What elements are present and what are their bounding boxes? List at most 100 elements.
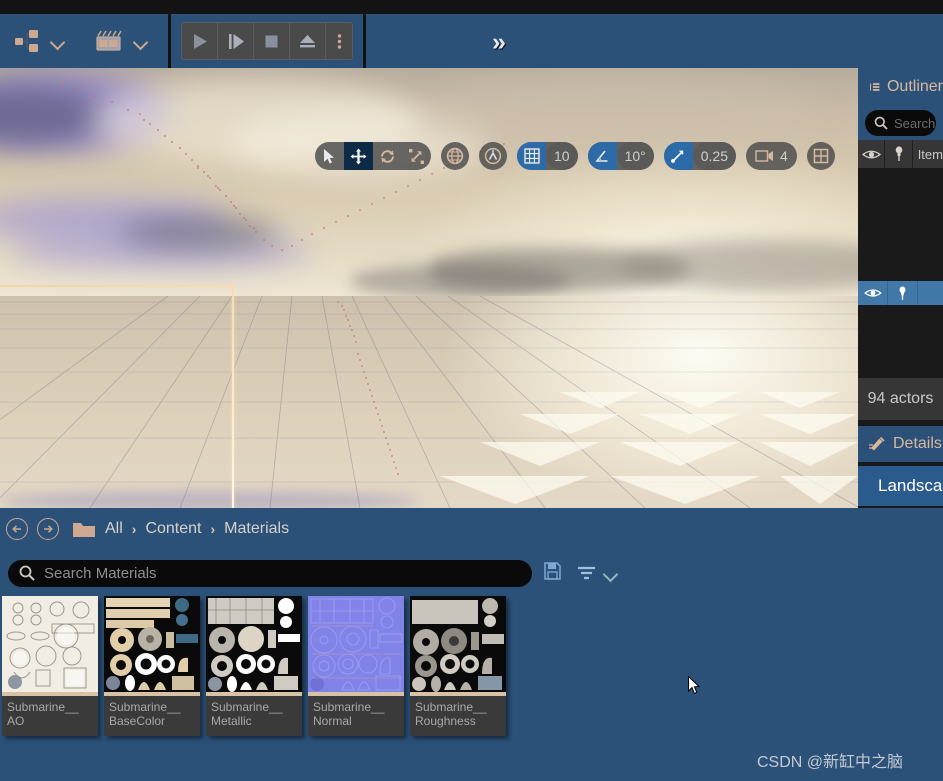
filters-button[interactable] bbox=[577, 565, 618, 581]
filter-icon bbox=[578, 566, 595, 580]
viewport-sky bbox=[0, 68, 858, 300]
play-controls bbox=[181, 22, 353, 60]
thumb-basecolor bbox=[104, 596, 200, 692]
asset-tile[interactable]: Submarine__ AO bbox=[2, 596, 98, 736]
folder-icon bbox=[73, 522, 95, 537]
scale-snap-group: 0.25 bbox=[663, 142, 736, 170]
selected-actor-row[interactable]: Landscape bbox=[858, 466, 943, 506]
rotate-tool-button[interactable] bbox=[373, 142, 402, 170]
thumb-roughness bbox=[410, 596, 506, 692]
cursor-arrow-icon bbox=[324, 148, 334, 164]
row-visibility-toggle[interactable] bbox=[858, 281, 888, 305]
asset-tile[interactable]: Submarine__ Metallic bbox=[206, 596, 302, 736]
details-pencil-icon bbox=[869, 436, 885, 450]
blueprint-dropdown[interactable] bbox=[8, 24, 71, 58]
save-search-button[interactable] bbox=[544, 561, 561, 585]
toolbar-separator bbox=[168, 14, 171, 68]
breadcrumb-item-materials[interactable]: Materials bbox=[224, 520, 289, 538]
scale-snap-icon bbox=[671, 150, 684, 163]
pin-icon bbox=[899, 286, 906, 300]
viewport-layout-button[interactable] bbox=[806, 142, 835, 170]
coordinate-system-button[interactable] bbox=[441, 142, 469, 170]
grid-snap-group: 10 bbox=[517, 142, 578, 170]
stop-icon bbox=[265, 35, 278, 47]
nav-forward-button[interactable] bbox=[37, 518, 59, 540]
outliner-search-placeholder: Search bbox=[894, 115, 936, 131]
search-input[interactable] bbox=[44, 564, 494, 582]
content-search-box[interactable] bbox=[8, 559, 532, 587]
move-arrows-icon bbox=[350, 148, 367, 164]
outliner-tab-label: Outliner bbox=[886, 78, 943, 95]
play-icon bbox=[194, 33, 207, 49]
asset-name-line2: Roughness bbox=[415, 714, 476, 728]
scale-tool-button[interactable] bbox=[402, 142, 431, 170]
visibility-column-header[interactable] bbox=[858, 140, 886, 168]
cloud-shape bbox=[10, 233, 310, 269]
toolbar-separator-2 bbox=[363, 14, 366, 68]
outliner-icon bbox=[870, 83, 880, 91]
angle-snap-toggle[interactable] bbox=[587, 142, 617, 170]
cloud-shape bbox=[0, 86, 110, 146]
play-button[interactable] bbox=[182, 23, 218, 59]
scale-snap-value[interactable]: 0.25 bbox=[692, 142, 736, 170]
angle-snap-value[interactable]: 10° bbox=[616, 142, 654, 170]
toolbar-overflow-button[interactable]: » bbox=[492, 30, 506, 55]
asset-thumbnail bbox=[104, 596, 200, 692]
cloud-shape bbox=[0, 198, 230, 240]
selected-actor-label: Landscape bbox=[878, 476, 943, 495]
level-viewport[interactable]: 10 10° 0.25 4 bbox=[0, 68, 858, 508]
cloud-shape bbox=[120, 218, 280, 248]
skip-icon bbox=[229, 33, 244, 49]
eye-icon bbox=[863, 289, 882, 297]
details-tab-label: Details bbox=[893, 435, 942, 452]
cloud-shape bbox=[0, 73, 170, 151]
stop-button[interactable] bbox=[254, 23, 290, 59]
breadcrumb-item-all[interactable]: All bbox=[105, 520, 123, 538]
particle-spray bbox=[61, 83, 505, 251]
camera-speed-value: 4 bbox=[780, 148, 788, 164]
thumb-metallic bbox=[206, 596, 302, 692]
asset-tile[interactable]: Submarine__ Roughness bbox=[410, 596, 506, 736]
grid-snap-toggle[interactable] bbox=[517, 142, 546, 170]
chevron-down-icon bbox=[51, 34, 65, 48]
blueprint-icon bbox=[15, 30, 38, 52]
angle-icon bbox=[594, 150, 608, 162]
move-tool-button[interactable] bbox=[344, 142, 373, 170]
asset-name-line1: Submarine__ bbox=[313, 700, 385, 714]
outliner-selected-row[interactable] bbox=[858, 281, 943, 305]
cinematics-dropdown[interactable] bbox=[89, 24, 154, 58]
play-options-button[interactable] bbox=[326, 23, 352, 59]
breadcrumb-item-content[interactable]: Content bbox=[145, 520, 201, 538]
camera-speed-group[interactable]: 4 bbox=[746, 142, 797, 170]
asset-tile[interactable]: Submarine__ BaseColor bbox=[104, 596, 200, 736]
asset-thumbnail bbox=[410, 596, 506, 692]
search-icon bbox=[19, 565, 35, 581]
eject-button[interactable] bbox=[290, 23, 326, 59]
nav-back-button[interactable] bbox=[6, 518, 28, 540]
asset-label: Submarine__ BaseColor bbox=[104, 696, 200, 736]
asset-tile[interactable]: Submarine__ Normal bbox=[308, 596, 404, 736]
asset-name-line2: Metallic bbox=[211, 714, 252, 728]
asset-thumbnail bbox=[2, 596, 98, 692]
grid-icon bbox=[523, 148, 540, 164]
select-tool-button[interactable] bbox=[315, 142, 344, 170]
breadcrumb: All › Content › Materials bbox=[0, 508, 943, 550]
row-pin-toggle[interactable] bbox=[888, 281, 918, 305]
grid-snap-value[interactable]: 10 bbox=[546, 142, 578, 170]
unreal-editor-window: » 10 10° 0.25 4 Outliner Search Item 94 … bbox=[0, 0, 943, 781]
asset-label: Submarine__ Roughness bbox=[410, 696, 506, 736]
cinematics-clapperboard-icon bbox=[96, 30, 122, 51]
chevron-down-icon bbox=[134, 34, 148, 48]
asset-thumbnail bbox=[308, 596, 404, 692]
asset-label: Submarine__ AO bbox=[2, 696, 98, 736]
outliner-tab[interactable]: Outliner bbox=[858, 68, 943, 106]
pin-column-header[interactable] bbox=[885, 140, 913, 168]
breadcrumb-separator: › bbox=[131, 521, 137, 537]
skip-button[interactable] bbox=[218, 23, 254, 59]
details-tab[interactable]: Details bbox=[858, 426, 943, 462]
outliner-search-input[interactable]: Search bbox=[865, 110, 936, 136]
layout-grid-icon bbox=[813, 148, 829, 164]
actor-count-label: 94 actors bbox=[858, 378, 943, 420]
scale-snap-toggle[interactable] bbox=[663, 142, 693, 170]
surface-snap-button[interactable] bbox=[479, 142, 507, 170]
